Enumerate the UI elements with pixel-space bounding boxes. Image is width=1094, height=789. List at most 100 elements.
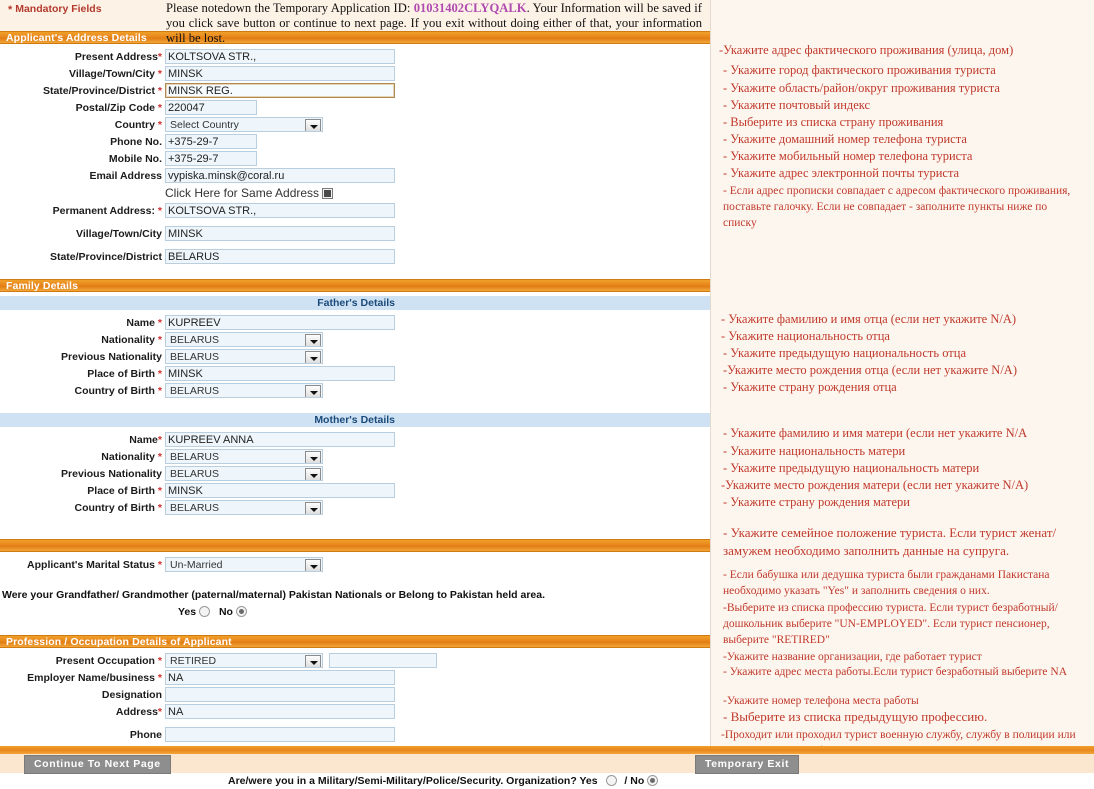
row-phone-no: Phone No. +375-29-7 — [0, 133, 710, 150]
grandparent-yes-label: Yes — [178, 606, 197, 618]
same-address-checkbox[interactable] — [322, 188, 334, 199]
input-email-address[interactable]: vypiska.minsk@coral.ru — [165, 168, 395, 183]
input-state-province-district[interactable]: MINSK REG. — [165, 83, 395, 98]
chevron-down-icon[interactable] — [305, 468, 321, 480]
chevron-down-icon[interactable] — [305, 119, 321, 131]
label-father-nationality: Nationality * — [101, 333, 162, 346]
same-address-control[interactable]: Click Here for Same Address — [165, 186, 334, 200]
select-father-nationality[interactable]: BELARUS — [165, 332, 323, 347]
label-present-occupation: Present Occupation * — [55, 654, 162, 667]
input-designation[interactable] — [165, 687, 395, 702]
select-mother-country-of-birth[interactable]: BELARUS — [165, 500, 323, 515]
form-column: * Mandatory Fields Please notedown the T… — [0, 0, 711, 787]
select-father-prev-nationality-value: BELARUS — [170, 351, 220, 363]
input-present-occupation-other[interactable] — [329, 653, 437, 668]
row-military-question: Are/were you in a Military/Semi-Military… — [0, 772, 710, 789]
section-header-profession: Profession / Occupation Details of Appli… — [0, 635, 710, 648]
label-present-address: Present Address* — [74, 50, 162, 63]
label-father-country-of-birth: Country of Birth * — [74, 384, 162, 397]
grandparent-yes-radio[interactable] — [199, 606, 211, 617]
row-permanent-address: Permanent Address: * KOLTSOVA STR., — [0, 202, 710, 219]
required-star-icon: * — [157, 450, 162, 463]
application-form-page: * Mandatory Fields Please notedown the T… — [0, 0, 1094, 787]
section-header-marital-divider — [0, 539, 710, 552]
input-present-address[interactable]: KOLTSOVA STR., — [165, 49, 395, 64]
military-radio-group[interactable]: Are/were you in a Military/Semi-Military… — [228, 774, 659, 787]
row-employer-name: Employer Name/business * NA — [0, 669, 710, 686]
gap — [0, 621, 710, 635]
row-permanent-state: State/Province/District BELARUS — [0, 248, 710, 265]
note-mother-place-of-birth: -Укажите место рождения матери (если нет… — [721, 478, 1029, 492]
select-father-nationality-value: BELARUS — [170, 334, 220, 346]
gap — [0, 399, 710, 413]
chevron-down-icon[interactable] — [305, 559, 321, 571]
label-father-prev-nationality: Previous Nationality — [61, 350, 162, 363]
row-father-name: Name * KUPREEV — [0, 314, 710, 331]
mandatory-fields-label: Mandatory Fields — [15, 3, 102, 15]
label-permanent-village: Village/Town/City — [76, 227, 162, 240]
chevron-down-icon[interactable] — [305, 385, 321, 397]
row-father-country-of-birth: Country of Birth * BELARUS — [0, 382, 710, 399]
note-work-phone: -Укажите номер телефона места работы — [723, 695, 919, 707]
input-village-town-city[interactable]: MINSK — [165, 66, 395, 81]
input-work-phone[interactable] — [165, 727, 395, 742]
required-star-icon: * — [157, 384, 162, 397]
continue-to-next-page-button[interactable]: Continue To Next Page — [24, 755, 171, 774]
label-mother-country-of-birth: Country of Birth * — [74, 501, 162, 514]
note-postal: - Укажите почтовый индекс — [723, 98, 871, 112]
row-village-town-city: Village/Town/City * MINSK — [0, 65, 710, 82]
input-father-place-of-birth[interactable]: MINSK — [165, 366, 395, 381]
required-star-icon: * — [157, 333, 162, 346]
grandparent-radio-group[interactable]: Yes No — [178, 606, 247, 618]
input-mother-name[interactable]: KUPREEV ANNA — [165, 432, 395, 447]
chevron-down-icon[interactable] — [305, 451, 321, 463]
input-permanent-village[interactable]: MINSK — [165, 226, 395, 241]
required-star-icon: * — [157, 101, 162, 114]
label-marital-status: Applicant's Marital Status * — [27, 558, 162, 571]
input-permanent-address[interactable]: KOLTSOVA STR., — [165, 203, 395, 218]
input-mother-place-of-birth[interactable]: MINSK — [165, 483, 395, 498]
gap — [0, 516, 710, 525]
input-permanent-state[interactable]: BELARUS — [165, 249, 395, 264]
input-phone-no[interactable]: +375-29-7 — [165, 134, 257, 149]
input-father-name[interactable]: KUPREEV — [165, 315, 395, 330]
input-employer-name[interactable]: NA — [165, 670, 395, 685]
row-grandparent-answer: Yes No — [0, 603, 710, 621]
label-father-place-of-birth: Place of Birth * — [87, 367, 162, 380]
row-designation: Designation — [0, 686, 710, 703]
select-father-prev-nationality[interactable]: BELARUS — [165, 349, 323, 364]
note-father-name: - Укажите фамилию и имя отца (если нет у… — [721, 312, 1017, 326]
input-postal-zip[interactable]: 220047 — [165, 100, 257, 115]
note-email: - Укажите адрес электронной почты турист… — [723, 166, 960, 180]
select-present-occupation-value: RETIRED — [170, 655, 217, 667]
top-notice-bar: * Mandatory Fields Please notedown the T… — [0, 0, 710, 45]
subsection-header-fathers: Father's Details — [0, 296, 710, 310]
chevron-down-icon[interactable] — [305, 655, 321, 667]
label-country: Country * — [114, 118, 162, 131]
select-present-occupation[interactable]: RETIRED — [165, 653, 323, 668]
select-father-country-of-birth[interactable]: BELARUS — [165, 383, 323, 398]
input-mobile-no[interactable]: +375-29-7 — [165, 151, 257, 166]
row-postal-zip: Postal/Zip Code * 220047 — [0, 99, 710, 116]
select-mother-prev-nationality[interactable]: BELARUS — [165, 466, 323, 481]
select-marital-status[interactable]: Un-Married — [165, 557, 323, 572]
note-mother-prev-nationality: - Укажите предыдущую национальность мате… — [723, 461, 980, 475]
chevron-down-icon[interactable] — [305, 351, 321, 363]
temporary-exit-button[interactable]: Temporary Exit — [695, 755, 800, 774]
select-mother-country-of-birth-value: BELARUS — [170, 502, 220, 514]
military-yes-radio[interactable] — [605, 774, 617, 786]
row-permanent-village: Village/Town/City MINSK — [0, 225, 710, 242]
required-star-icon: * — [157, 558, 162, 571]
grandparent-no-radio[interactable] — [235, 606, 247, 617]
label-postal-zip: Postal/Zip Code * — [75, 101, 162, 114]
select-mother-nationality[interactable]: BELARUS — [165, 449, 323, 464]
chevron-down-icon[interactable] — [305, 334, 321, 346]
subsection-header-mothers: Mother's Details — [0, 413, 710, 427]
required-star-icon: * — [157, 654, 162, 667]
chevron-down-icon[interactable] — [305, 502, 321, 514]
military-no-radio[interactable] — [647, 774, 659, 786]
note-present-occupation: -Выберите из списка профессию туриста. Е… — [723, 602, 1058, 646]
military-no-label: / No — [624, 774, 645, 787]
select-country[interactable]: Select Country — [165, 117, 323, 132]
input-work-address[interactable]: NA — [165, 704, 395, 719]
